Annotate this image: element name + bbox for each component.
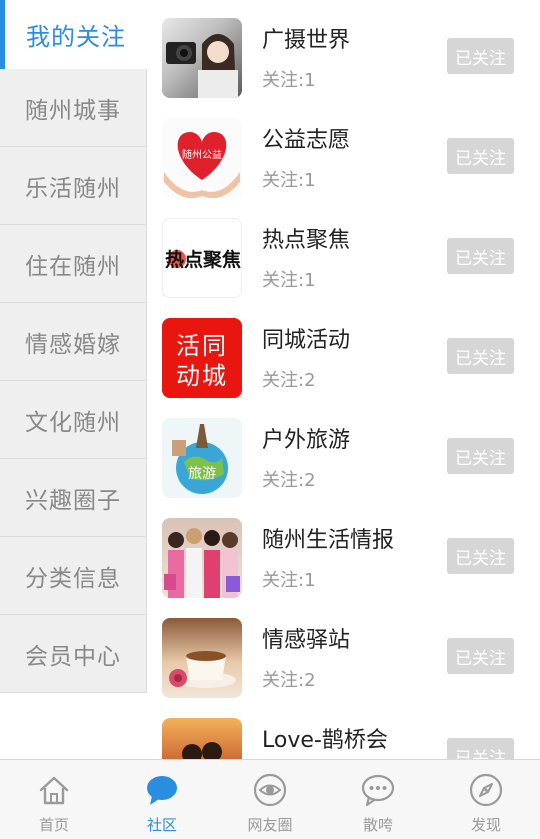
- sidebar-item-member[interactable]: 会员中心: [0, 615, 146, 693]
- follow-count: 关注:1: [262, 570, 316, 591]
- forum-title: Love-鹊桥会: [262, 728, 388, 753]
- camera-photo-icon: [166, 34, 238, 98]
- sidebar-item-city-news[interactable]: 随州城事: [0, 69, 146, 147]
- thumb-caption: 动城: [176, 362, 228, 390]
- heart-hands-icon: 随州公益: [164, 132, 240, 198]
- list-item[interactable]: 活同 动城 同城活动 关注:2 已关注: [147, 300, 540, 400]
- forum-thumbnail: [162, 518, 242, 598]
- sidebar-item-label: 随州城事: [25, 97, 121, 124]
- forum-thumbnail: [162, 18, 242, 98]
- follow-count: 关注:1: [262, 270, 316, 291]
- followed-button[interactable]: 已关注: [447, 238, 514, 274]
- hot-topic-logo: 热点聚焦: [165, 248, 241, 271]
- list-item[interactable]: Love-鹊桥会 已关注: [147, 700, 540, 759]
- city-activity-logo: 活同 动城: [176, 332, 228, 390]
- thumb-caption: 随州公益: [182, 148, 222, 161]
- compass-icon: [469, 773, 503, 807]
- dots-bubble-icon: [361, 774, 395, 807]
- nav-label: 网友圈: [247, 816, 293, 834]
- sidebar-item-living[interactable]: 住在随州: [0, 225, 146, 303]
- followed-button[interactable]: 已关注: [447, 138, 514, 174]
- sidebar-item-label: 我的关注: [26, 23, 126, 51]
- list-item[interactable]: 旅游 户外旅游 关注:2 已关注: [147, 400, 540, 500]
- sidebar-item-label: 情感婚嫁: [25, 331, 121, 358]
- sidebar-item-label: 住在随州: [25, 253, 121, 280]
- forum-title: 公益志愿: [262, 128, 351, 153]
- follow-count: 关注:2: [262, 670, 316, 691]
- forum-title: 同城活动: [262, 328, 351, 353]
- list-item[interactable]: 热点聚焦 热点聚焦 关注:1 已关注: [147, 200, 540, 300]
- forum-list: 广摄世界 关注:1 已关注 随州公益 公益志愿 关注:1 已关注 热点聚焦 热点…: [147, 0, 540, 759]
- couple-silhouette-photo: [182, 742, 222, 759]
- travel-globe-icon: 旅游: [172, 424, 228, 494]
- follow-count: 关注:1: [262, 170, 316, 191]
- sidebar-item-classifieds[interactable]: 分类信息: [0, 537, 146, 615]
- follow-count: 关注:2: [262, 370, 316, 391]
- sidebar-item-interest[interactable]: 兴趣圈子: [0, 459, 146, 537]
- shopping-girls-photo: [164, 528, 240, 598]
- sidebar-item-my-follows[interactable]: 我的关注: [0, 0, 147, 69]
- followed-button[interactable]: 已关注: [447, 338, 514, 374]
- bottom-nav: 首页 社区 网友圈 散咵 发现: [0, 759, 540, 839]
- follow-count: 关注:1: [262, 70, 316, 91]
- followed-button[interactable]: 已关注: [447, 638, 514, 674]
- sidebar-item-label: 兴趣圈子: [25, 487, 121, 514]
- forum-thumbnail: 随州公益: [162, 118, 242, 198]
- list-item[interactable]: 情感驿站 关注:2 已关注: [147, 600, 540, 700]
- nav-home[interactable]: 首页: [0, 760, 108, 839]
- coffee-rose-photo: [169, 651, 236, 688]
- forum-thumbnail: 活同 动城: [162, 318, 242, 398]
- sidebar-item-label: 分类信息: [25, 565, 121, 592]
- forum-title: 情感驿站: [262, 628, 351, 653]
- nav-discover[interactable]: 发现: [432, 760, 540, 839]
- sidebar-item-romance[interactable]: 情感婚嫁: [0, 303, 146, 381]
- forum-title: 户外旅游: [262, 428, 351, 453]
- nav-chat[interactable]: 散咵: [324, 760, 432, 839]
- followed-button[interactable]: 已关注: [447, 738, 514, 759]
- forum-title: 广摄世界: [262, 28, 351, 53]
- nav-community[interactable]: 社区: [108, 760, 216, 839]
- forum-thumbnail: [162, 618, 242, 698]
- nav-label: 社区: [146, 816, 177, 834]
- sidebar-item-label: 乐活随州: [25, 175, 121, 202]
- follow-count: 关注:2: [262, 470, 316, 491]
- nav-label: 发现: [470, 816, 501, 834]
- sidebar-item-label: 会员中心: [25, 643, 121, 670]
- thumb-caption: 热点聚焦: [165, 248, 241, 271]
- forum-thumbnail: 热点聚焦: [162, 218, 242, 298]
- list-item[interactable]: 随州生活情报 关注:1 已关注: [147, 500, 540, 600]
- nav-label: 首页: [38, 816, 69, 834]
- forum-thumbnail: 旅游: [162, 418, 242, 498]
- sidebar: 我的关注 随州城事 乐活随州 住在随州 情感婚嫁 文化随州 兴趣圈子 分类信息 …: [0, 0, 147, 693]
- list-item[interactable]: 随州公益 公益志愿 关注:1 已关注: [147, 100, 540, 200]
- forum-title: 热点聚焦: [262, 228, 351, 253]
- forum-title: 随州生活情报: [262, 528, 395, 553]
- eye-circle-icon: [253, 773, 287, 807]
- sidebar-item-leisure[interactable]: 乐活随州: [0, 147, 146, 225]
- forum-thumbnail: [162, 718, 242, 759]
- home-icon: [39, 776, 69, 805]
- followed-button[interactable]: 已关注: [447, 438, 514, 474]
- thumb-caption: 活同: [176, 332, 228, 360]
- sidebar-item-label: 文化随州: [25, 409, 121, 436]
- nav-label: 散咵: [362, 816, 393, 834]
- followed-button[interactable]: 已关注: [447, 38, 514, 74]
- chat-bubble-icon: [147, 776, 177, 805]
- list-item[interactable]: 广摄世界 关注:1 已关注: [147, 0, 540, 100]
- followed-button[interactable]: 已关注: [447, 538, 514, 574]
- thumb-caption: 旅游: [188, 466, 216, 482]
- sidebar-item-culture[interactable]: 文化随州: [0, 381, 146, 459]
- nav-friends-circle[interactable]: 网友圈: [216, 760, 324, 839]
